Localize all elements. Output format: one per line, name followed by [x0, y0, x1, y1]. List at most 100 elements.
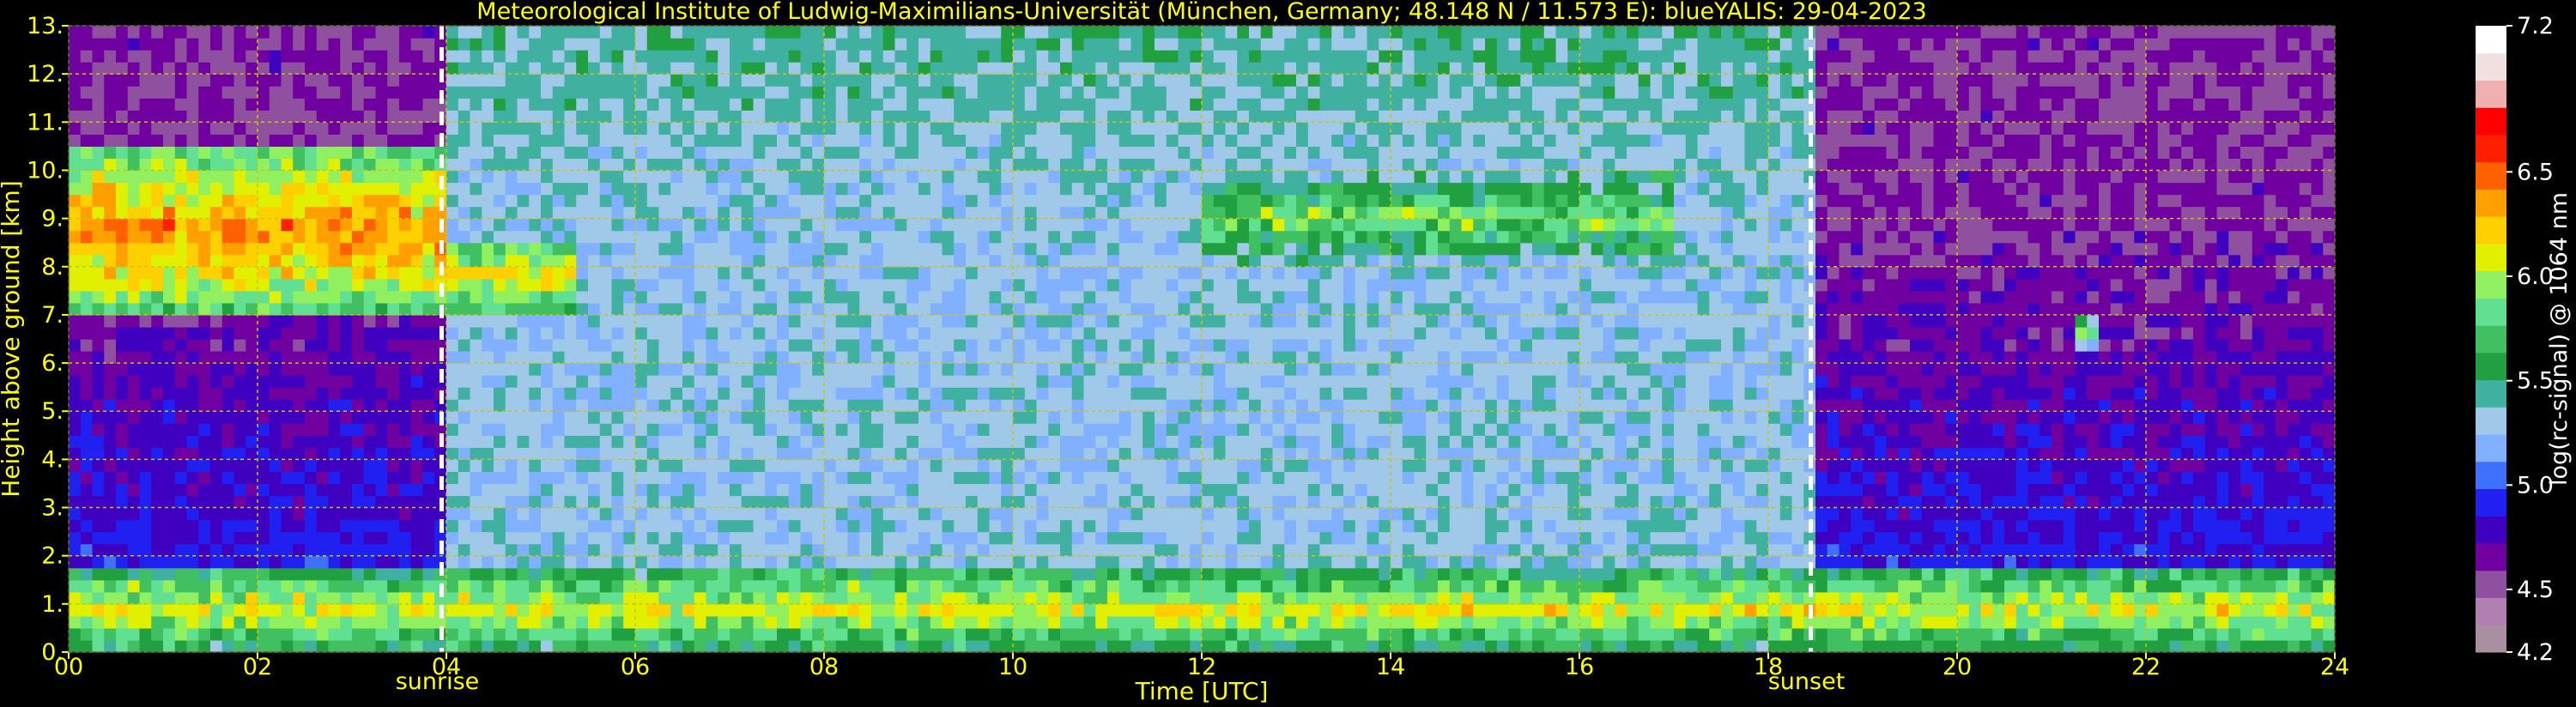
heatmap-cell: [104, 351, 117, 364]
heatmap-cell: [977, 567, 991, 581]
heatmap-cell: [812, 146, 825, 160]
heatmap-cell: [1166, 206, 1179, 220]
heatmap-cell: [906, 74, 919, 87]
heatmap-cell: [1143, 591, 1155, 605]
heatmap-cell: [233, 74, 246, 87]
heatmap-cell: [1001, 351, 1014, 364]
heatmap-cell: [92, 254, 105, 268]
heatmap-cell: [989, 302, 1002, 316]
heatmap-cell: [788, 26, 802, 39]
heatmap-cell: [1048, 531, 1061, 545]
heatmap-cell: [1143, 483, 1155, 497]
heatmap-cell: [1107, 230, 1120, 244]
heatmap-cell: [422, 242, 435, 256]
heatmap-cell: [458, 122, 471, 135]
heatmap-cell: [812, 26, 825, 39]
heatmap-cell: [458, 435, 471, 448]
heatmap-cell: [670, 375, 683, 388]
heatmap-cell: [198, 38, 211, 51]
heatmap-cell: [245, 38, 258, 51]
heatmap-cell: [588, 242, 601, 256]
heatmap-cell: [682, 423, 695, 436]
heatmap-cell: [387, 170, 400, 184]
heatmap-cell: [387, 423, 400, 436]
heatmap-cell: [730, 375, 742, 388]
heatmap-cell: [363, 471, 377, 485]
heatmap-cell: [718, 206, 730, 220]
heatmap-cell: [588, 459, 601, 473]
heatmap-cell: [1083, 555, 1096, 569]
heatmap-cell: [989, 495, 1002, 509]
heatmap-cell: [305, 483, 318, 497]
heatmap-cell: [69, 314, 82, 328]
heatmap-cell: [777, 447, 790, 460]
heatmap-cell: [387, 459, 400, 473]
heatmap-cell: [930, 314, 943, 328]
heatmap-cell: [1166, 230, 1179, 244]
heatmap-cell: [1083, 74, 1096, 87]
heatmap-cell: [977, 38, 991, 51]
heatmap-cell: [966, 459, 979, 473]
heatmap-cell: [127, 182, 141, 196]
heatmap-cell: [741, 182, 755, 196]
heatmap-cell: [765, 519, 778, 533]
heatmap-cell: [1155, 302, 1167, 316]
heatmap-cell: [410, 26, 424, 39]
heatmap-cell: [198, 351, 211, 364]
heatmap-cell: [1107, 615, 1120, 629]
heatmap-cell: [576, 194, 589, 208]
heatmap-cell: [482, 339, 494, 352]
heatmap-cell: [894, 483, 907, 497]
heatmap-cell: [564, 483, 577, 497]
heatmap-cell: [151, 122, 164, 135]
heatmap-cell: [1107, 447, 1120, 460]
heatmap-cell: [646, 134, 660, 147]
heatmap-cell: [482, 254, 494, 268]
heatmap-cell: [635, 230, 648, 244]
heatmap-cell: [305, 603, 318, 617]
heatmap-cell: [599, 302, 613, 316]
heatmap-cell: [918, 495, 931, 509]
heatmap-cell: [92, 387, 105, 400]
heatmap-cell: [847, 495, 860, 509]
heatmap-cell: [1083, 423, 1096, 436]
heatmap-cell: [482, 579, 494, 593]
heatmap-cell: [682, 194, 695, 208]
heatmap-cell: [316, 26, 330, 39]
heatmap-cell: [482, 290, 494, 304]
heatmap-cell: [410, 266, 424, 280]
heatmap-cell: [151, 182, 164, 196]
heatmap-cell: [1060, 471, 1073, 485]
heatmap-cell: [1036, 495, 1049, 509]
heatmap-cell: [1083, 615, 1096, 629]
heatmap-cell: [529, 182, 542, 196]
heatmap-cell: [918, 98, 931, 111]
heatmap-cell: [1001, 615, 1014, 629]
heatmap-cell: [1013, 158, 1026, 172]
heatmap-cell: [92, 639, 105, 653]
heatmap-cell: [258, 218, 270, 232]
heatmap-cell: [954, 459, 967, 473]
heatmap-cell: [281, 435, 294, 448]
heatmap-cell: [741, 314, 755, 328]
heatmap-cell: [328, 603, 341, 617]
heatmap-cell: [305, 110, 318, 123]
heatmap-cell: [446, 339, 459, 352]
heatmap-cell: [966, 122, 979, 135]
heatmap-cell: [1143, 435, 1155, 448]
heatmap-cell: [906, 302, 919, 316]
heatmap-cell: [611, 603, 624, 617]
heatmap-cell: [930, 278, 943, 292]
heatmap-cell: [375, 411, 388, 424]
heatmap-cell: [730, 495, 742, 509]
heatmap-cell: [918, 423, 931, 436]
heatmap-cell: [942, 579, 955, 593]
heatmap-cell: [847, 122, 860, 135]
heatmap-cell: [1001, 242, 1014, 256]
heatmap-cell: [410, 507, 424, 521]
heatmap-cell: [1178, 627, 1191, 641]
heatmap-cell: [706, 302, 718, 316]
heatmap-cell: [1190, 206, 1203, 220]
heatmap-cell: [1130, 302, 1143, 316]
heatmap-cell: [69, 230, 82, 244]
